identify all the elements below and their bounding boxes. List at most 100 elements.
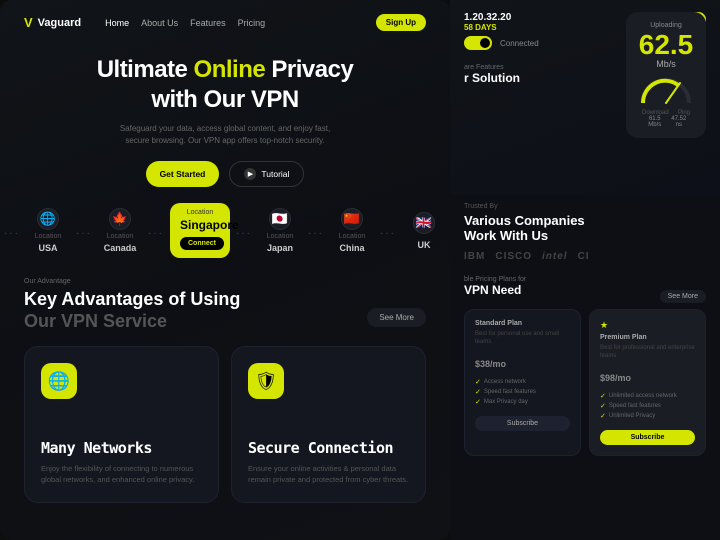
networks-desc: Enjoy the flexibility of connecting to n… bbox=[41, 463, 202, 486]
app-preview: 1.20.32.20 58 DAYS Connected 🇸🇬 Singapor… bbox=[450, 0, 720, 195]
advantages-pre-label: Our Advantage bbox=[24, 278, 426, 285]
hero-title: Ultimate Online Privacy with Our VPN bbox=[24, 55, 426, 115]
premium-feature-2: Speed fast features bbox=[600, 402, 695, 410]
server-label-canada: Location bbox=[107, 233, 133, 240]
feature-cards: 🌐 Many Networks Enjoy the flexibility of… bbox=[0, 332, 450, 503]
standard-plan-features: Access network Speed fast features Max P… bbox=[475, 378, 570, 406]
server-card-singapore[interactable]: Location Singapore Connect bbox=[170, 203, 230, 258]
premium-plan-features: Unlimited access network Speed fast feat… bbox=[600, 392, 695, 420]
pricing-title: VPN Need bbox=[464, 283, 526, 297]
speed-value: 62.5 bbox=[638, 31, 694, 59]
nav-link-pricing[interactable]: Pricing bbox=[238, 18, 266, 28]
hero-buttons: Get Started ▶ Tutorial bbox=[24, 161, 426, 187]
server-name-canada: Canada bbox=[104, 243, 137, 253]
server-card-name: Singapore bbox=[180, 218, 220, 232]
server-name-uk: UK bbox=[418, 240, 431, 250]
server-item-usa[interactable]: 🌐 Location USA bbox=[26, 208, 70, 253]
feature-3: Max Privacy day bbox=[475, 398, 570, 406]
nav-links: Home About Us Features Pricing bbox=[105, 18, 265, 28]
advantages-section: Our Advantage Key Advantages of Using Ou… bbox=[0, 262, 450, 332]
standard-subscribe-button[interactable]: Subscribe bbox=[475, 416, 570, 431]
server-flag-uk: 🇬🇧 bbox=[413, 212, 435, 234]
tutorial-button[interactable]: ▶ Tutorial bbox=[229, 161, 304, 187]
server-name-usa: USA bbox=[38, 243, 57, 253]
server-label-china: Location bbox=[339, 233, 365, 240]
premium-plan-label: Premium Plan bbox=[600, 334, 695, 341]
server-item-japan[interactable]: 🇯🇵 Location Japan bbox=[258, 208, 302, 253]
logo-icon: V bbox=[24, 15, 33, 30]
premium-plan-price: $98/mo bbox=[600, 365, 695, 386]
nav-link-home[interactable]: Home bbox=[105, 18, 129, 28]
security-desc: Ensure your online activities & personal… bbox=[248, 463, 409, 486]
signup-button[interactable]: Sign Up bbox=[376, 14, 426, 31]
feature-card-security: 🛡 Secure Connection Ensure your online a… bbox=[231, 346, 426, 503]
nav-link-about[interactable]: About Us bbox=[141, 18, 178, 28]
nav-link-features[interactable]: Features bbox=[190, 18, 226, 28]
server-row: ··· 🌐 Location USA ··· 🍁 Location Canada… bbox=[0, 203, 450, 258]
pricing-section: ble Pricing Plans for VPN Need See More … bbox=[450, 270, 720, 462]
server-card-location-label: Location bbox=[180, 209, 220, 216]
premium-plan-desc: Best for professional and enterprise tea… bbox=[600, 344, 695, 361]
premium-subscribe-button[interactable]: Subscribe bbox=[600, 430, 695, 445]
server-dots-6: ··· bbox=[380, 222, 396, 239]
premium-feature-1: Unlimited access network bbox=[600, 392, 695, 400]
server-flag-usa: 🌐 bbox=[37, 208, 59, 230]
premium-star-icon: ★ bbox=[600, 320, 695, 331]
networks-icon: 🌐 bbox=[41, 363, 77, 399]
server-dots-2: ··· bbox=[76, 222, 92, 239]
server-item-uk[interactable]: 🇬🇧 UK bbox=[402, 212, 446, 250]
server-flag-canada: 🍁 bbox=[109, 208, 131, 230]
speed-values-row: 61.5 Mb/s 47.52 ns bbox=[638, 116, 694, 128]
pricing-pre: ble Pricing Plans for bbox=[464, 276, 526, 283]
app-days: 58 DAYS bbox=[464, 23, 539, 32]
server-name-japan: Japan bbox=[267, 243, 293, 253]
see-more-button[interactable]: See More bbox=[367, 308, 426, 327]
server-flag-china: 🇨🇳 bbox=[341, 208, 363, 230]
server-dots-left: ··· bbox=[4, 222, 20, 239]
premium-plan-card: ★ Premium Plan Best for professional and… bbox=[589, 309, 706, 456]
pricing-cards: Standard Plan Best for personal use and … bbox=[464, 309, 706, 456]
premium-feature-3: Unlimited Privacy bbox=[600, 412, 695, 420]
app-ip: 1.20.32.20 bbox=[464, 12, 539, 23]
hero-subtitle: Safeguard your data, access global conte… bbox=[115, 123, 335, 147]
server-label-japan: Location bbox=[267, 233, 293, 240]
logo-text: Vaguard bbox=[38, 17, 81, 29]
gauge-meter bbox=[638, 75, 694, 110]
navbar: V Vaguard Home About Us Features Pricing… bbox=[0, 0, 450, 45]
logo-intel: intel bbox=[542, 251, 568, 262]
standard-plan-card: Standard Plan Best for personal use and … bbox=[464, 309, 581, 456]
logo-cisco: CISCO bbox=[495, 251, 532, 262]
speed-widget: Uploading 62.5 Mb/s Download Ping 61.5 M… bbox=[626, 12, 706, 138]
toggle-row: Connected bbox=[464, 36, 539, 50]
connected-label: Connected bbox=[500, 39, 539, 48]
companies-pre: Trusted By bbox=[464, 203, 706, 210]
networks-title: Many Networks bbox=[41, 439, 202, 457]
feature-card-networks: 🌐 Many Networks Enjoy the flexibility of… bbox=[24, 346, 219, 503]
standard-plan-price: $38/mo bbox=[475, 351, 570, 372]
speed-unit: Mb/s bbox=[638, 59, 694, 69]
feature-2: Speed fast features bbox=[475, 388, 570, 396]
download-val: 61.5 Mb/s bbox=[642, 116, 668, 128]
left-panel: V Vaguard Home About Us Features Pricing… bbox=[0, 0, 450, 540]
right-panel: 1.20.32.20 58 DAYS Connected 🇸🇬 Singapor… bbox=[450, 0, 720, 540]
security-icon: 🛡 bbox=[248, 363, 284, 399]
get-started-button[interactable]: Get Started bbox=[146, 161, 220, 187]
server-dots-4: ··· bbox=[236, 222, 252, 239]
logo: V Vaguard bbox=[24, 15, 81, 30]
pricing-see-more[interactable]: See More bbox=[660, 290, 706, 303]
hero-section: Ultimate Online Privacy with Our VPN Saf… bbox=[0, 45, 450, 187]
server-dots-3: ··· bbox=[148, 222, 164, 239]
server-name-china: China bbox=[339, 243, 364, 253]
companies-title: Various CompaniesWork With Us bbox=[464, 213, 706, 243]
standard-plan-desc: Best for personal use and small teams bbox=[475, 330, 570, 347]
ping-val: 47.52 ns bbox=[668, 116, 690, 128]
server-dots-5: ··· bbox=[308, 222, 324, 239]
security-title: Secure Connection bbox=[248, 439, 409, 457]
server-item-canada[interactable]: 🍁 Location Canada bbox=[98, 208, 142, 253]
server-item-china[interactable]: 🇨🇳 Location China bbox=[330, 208, 374, 253]
vpn-toggle[interactable] bbox=[464, 36, 492, 50]
advantages-title: Key Advantages of Using Our VPN Service bbox=[24, 289, 426, 332]
connect-button[interactable]: Connect bbox=[180, 237, 224, 250]
companies-section: Trusted By Various CompaniesWork With Us… bbox=[450, 195, 720, 270]
feature-1: Access network bbox=[475, 378, 570, 386]
